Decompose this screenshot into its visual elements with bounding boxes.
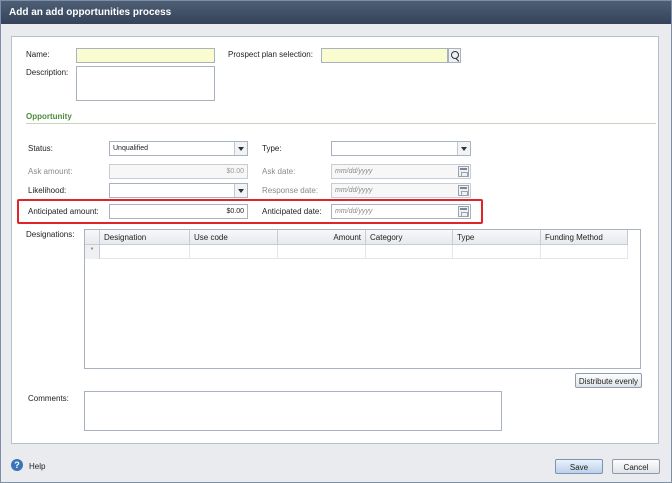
designations-label: Designations: [26, 230, 75, 239]
type-select[interactable] [331, 141, 471, 156]
search-icon[interactable] [448, 48, 461, 63]
column-type[interactable]: Type [453, 230, 541, 245]
comments-field[interactable] [84, 391, 502, 431]
grid-cell[interactable] [278, 245, 366, 259]
table-row[interactable]: * [85, 245, 628, 259]
dialog-title: Add an add opportunities process [1, 1, 671, 24]
new-row-marker: * [85, 245, 100, 259]
response-date-field: mm/dd/yyyy [331, 183, 471, 198]
chevron-down-icon[interactable] [234, 142, 247, 155]
grid-cell[interactable] [541, 245, 628, 259]
status-label: Status: [28, 144, 53, 153]
response-date-label: Response date: [262, 186, 319, 195]
type-label: Type: [262, 144, 282, 153]
description-label: Description: [26, 68, 69, 77]
anticipated-amount-label: Anticipated amount: [28, 207, 99, 216]
calendar-icon [458, 185, 469, 196]
status-select[interactable]: Unqualified [109, 141, 248, 156]
column-use-code[interactable]: Use code [190, 230, 278, 245]
grid-cell[interactable] [366, 245, 453, 259]
anticipated-date-field[interactable]: mm/dd/yyyy [331, 204, 471, 219]
anticipated-amount-field[interactable]: $0.00 [109, 204, 248, 219]
ask-amount-label: Ask amount: [28, 167, 73, 176]
prospect-plan-label: Prospect plan selection: [228, 50, 313, 59]
column-amount[interactable]: Amount [278, 230, 366, 245]
help-icon[interactable]: ? [11, 459, 23, 471]
opportunity-section-title: Opportunity [26, 112, 72, 121]
distribute-evenly-button[interactable]: Distribute evenly [575, 373, 642, 388]
add-opportunities-dialog: Add an add opportunities process Name: D… [0, 0, 672, 483]
help-link[interactable]: Help [29, 462, 45, 471]
grid-cell[interactable] [453, 245, 541, 259]
grid-header: Designation Use code Amount Category Typ… [85, 230, 628, 245]
calendar-icon [458, 166, 469, 177]
comments-label: Comments: [28, 394, 69, 403]
dialog-content: Name: Description: Prospect plan selecti… [11, 36, 659, 444]
ask-date-field: mm/dd/yyyy [331, 164, 471, 179]
likelihood-select[interactable] [109, 183, 248, 198]
calendar-icon[interactable] [458, 206, 469, 217]
section-divider [26, 123, 656, 124]
prospect-plan-field[interactable] [321, 48, 448, 63]
response-date-placeholder: mm/dd/yyyy [335, 187, 373, 194]
column-funding-method[interactable]: Funding Method [541, 230, 628, 245]
likelihood-label: Likelihood: [28, 186, 67, 195]
description-field[interactable] [76, 66, 215, 101]
ask-date-label: Ask date: [262, 167, 296, 176]
ask-date-placeholder: mm/dd/yyyy [335, 168, 373, 175]
status-value: Unqualified [113, 145, 149, 152]
column-category[interactable]: Category [366, 230, 453, 245]
cancel-button[interactable]: Cancel [612, 459, 660, 474]
grid-cell[interactable] [190, 245, 278, 259]
column-designation[interactable]: Designation [100, 230, 190, 245]
chevron-down-icon[interactable] [457, 142, 470, 155]
designations-grid[interactable]: Designation Use code Amount Category Typ… [84, 229, 641, 369]
ask-amount-field: $0.00 [109, 164, 248, 179]
name-field[interactable] [76, 48, 215, 63]
grid-cell[interactable] [100, 245, 190, 259]
save-button[interactable]: Save [555, 459, 603, 474]
grid-corner [85, 230, 100, 245]
name-label: Name: [26, 50, 50, 59]
anticipated-date-label: Anticipated date: [262, 207, 322, 216]
chevron-down-icon[interactable] [234, 184, 247, 197]
anticipated-date-placeholder: mm/dd/yyyy [335, 208, 373, 215]
